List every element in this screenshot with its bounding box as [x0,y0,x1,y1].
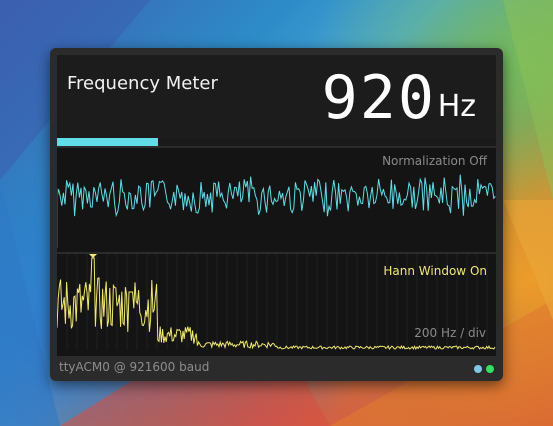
frequency-meter-window: Frequency Meter 920 Hz Normalization Off… [50,48,503,381]
hann-window-label[interactable]: Hann Window On [383,264,487,278]
progress-fill [57,138,158,146]
link-indicator-icon [474,365,482,373]
frequency-value: 920 [321,63,436,133]
activity-indicator-icon [486,365,494,373]
serial-port-label: ttyACM0 @ 921600 baud [59,360,210,374]
frequency-header: Frequency Meter 920 Hz [57,55,496,138]
window-title: Frequency Meter [67,73,218,94]
frequency-scale-label: 200 Hz / div [414,326,486,340]
normalization-label[interactable]: Normalization Off [382,154,487,168]
status-bar: ttyACM0 @ 921600 baud [57,359,496,377]
peak-marker-icon [89,254,97,258]
spectrum-panel[interactable]: Hann Window On 200 Hz / div [57,254,496,356]
waveform-panel[interactable]: Normalization Off [57,148,496,252]
measurement-progress-bar [57,138,496,146]
waveform-line [57,174,496,218]
desktop: { "window": { "title": "Frequency Meter"… [0,0,553,426]
frequency-unit: Hz [437,89,476,124]
